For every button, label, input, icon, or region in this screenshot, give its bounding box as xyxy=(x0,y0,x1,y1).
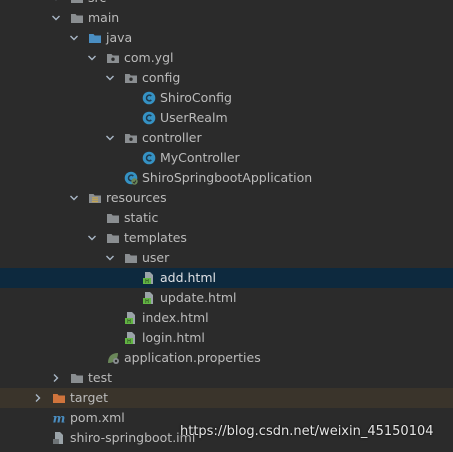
tree-item-label: test xyxy=(88,370,113,385)
tree-item-label: controller xyxy=(142,130,202,145)
chevron-down-icon[interactable] xyxy=(50,0,62,8)
html-file-icon: H xyxy=(124,331,138,345)
svg-text:H: H xyxy=(127,319,131,325)
class-icon xyxy=(142,151,156,165)
iml-file-icon xyxy=(52,431,66,445)
tree-item-label: target xyxy=(70,390,109,405)
tree-item-application-properties[interactable]: application.properties xyxy=(0,348,453,368)
package-icon xyxy=(124,71,138,85)
tree-item-login-html[interactable]: H login.html xyxy=(0,328,453,348)
tree-item-mycontroller[interactable]: MyController xyxy=(0,148,453,168)
tree-item-label: user xyxy=(142,250,170,265)
tree-item-label: templates xyxy=(124,230,187,245)
chevron-down-icon[interactable] xyxy=(104,248,116,268)
tree-item-src[interactable]: src xyxy=(0,0,453,8)
tree-item-label: config xyxy=(142,70,181,85)
tree-item-label: pom.xml xyxy=(70,410,125,425)
tree-item-label: login.html xyxy=(142,330,205,345)
tree-item-label: java xyxy=(106,30,133,45)
watermark-url: https://blog.csdn.net/weixin_45150104 xyxy=(180,424,434,439)
class-icon xyxy=(142,111,156,125)
tree-item-label: application.properties xyxy=(124,350,261,365)
package-icon xyxy=(106,51,120,65)
chevron-down-icon[interactable] xyxy=(104,68,116,88)
tree-item-label: src xyxy=(88,0,106,8)
tree-item-label: static xyxy=(124,210,159,225)
tree-item-label: resources xyxy=(106,190,167,205)
tree-item-label: index.html xyxy=(142,310,209,325)
class-icon xyxy=(142,91,156,105)
chevron-down-icon[interactable] xyxy=(86,48,98,68)
source-folder-icon xyxy=(88,31,102,45)
html-file-icon: H xyxy=(142,271,156,285)
folder-icon xyxy=(70,11,84,25)
folder-icon xyxy=(106,211,120,225)
project-tree: src main java com.ygl xyxy=(0,0,453,448)
folder-icon xyxy=(124,251,138,265)
chevron-right-icon[interactable] xyxy=(32,388,44,408)
html-file-icon: H xyxy=(124,311,138,325)
tree-item-user[interactable]: user xyxy=(0,248,453,268)
tree-item-java[interactable]: java xyxy=(0,28,453,48)
folder-icon xyxy=(70,371,84,385)
tree-item-label: UserRealm xyxy=(160,110,228,125)
tree-item-label: com.ygl xyxy=(124,50,174,65)
tree-item-label: shiro-springboot.iml xyxy=(70,430,196,445)
tree-item-test[interactable]: test xyxy=(0,368,453,388)
tree-item-label: main xyxy=(88,10,120,25)
tree-item-controller[interactable]: controller xyxy=(0,128,453,148)
tree-item-label: MyController xyxy=(160,150,240,165)
tree-item-static[interactable]: static xyxy=(0,208,453,228)
spring-class-icon xyxy=(124,171,138,185)
tree-item-userrealm[interactable]: UserRealm xyxy=(0,108,453,128)
html-file-icon: H xyxy=(142,291,156,305)
folder-icon xyxy=(106,231,120,245)
tree-item-label: ShiroConfig xyxy=(160,90,232,105)
maven-icon: m xyxy=(52,411,66,426)
tree-item-config[interactable]: config xyxy=(0,68,453,88)
tree-item-main[interactable]: main xyxy=(0,8,453,28)
package-icon xyxy=(124,131,138,145)
svg-text:H: H xyxy=(145,299,149,305)
chevron-down-icon[interactable] xyxy=(86,228,98,248)
chevron-down-icon[interactable] xyxy=(104,128,116,148)
tree-item-com-ygl[interactable]: com.ygl xyxy=(0,48,453,68)
excluded-folder-icon xyxy=(52,391,66,405)
tree-item-label: ShiroSpringbootApplication xyxy=(142,170,313,185)
folder-icon xyxy=(70,0,84,5)
chevron-right-icon[interactable] xyxy=(50,368,62,388)
chevron-down-icon[interactable] xyxy=(68,28,80,48)
tree-item-templates[interactable]: templates xyxy=(0,228,453,248)
tree-item-label: add.html xyxy=(160,270,216,285)
tree-item-resources[interactable]: resources xyxy=(0,188,453,208)
tree-item-label: update.html xyxy=(160,290,237,305)
resources-folder-icon xyxy=(88,191,102,205)
tree-item-application-class[interactable]: ShiroSpringbootApplication xyxy=(0,168,453,188)
tree-item-index-html[interactable]: H index.html xyxy=(0,308,453,328)
tree-item-target[interactable]: target xyxy=(0,388,453,408)
svg-text:H: H xyxy=(145,279,149,285)
tree-item-shiroconfig[interactable]: ShiroConfig xyxy=(0,88,453,108)
chevron-down-icon[interactable] xyxy=(50,8,62,28)
tree-item-add-html[interactable]: H add.html xyxy=(0,268,453,288)
spring-properties-icon xyxy=(106,351,120,365)
svg-text:m: m xyxy=(53,412,66,426)
chevron-down-icon[interactable] xyxy=(68,188,80,208)
svg-text:H: H xyxy=(127,339,131,345)
tree-item-update-html[interactable]: H update.html xyxy=(0,288,453,308)
